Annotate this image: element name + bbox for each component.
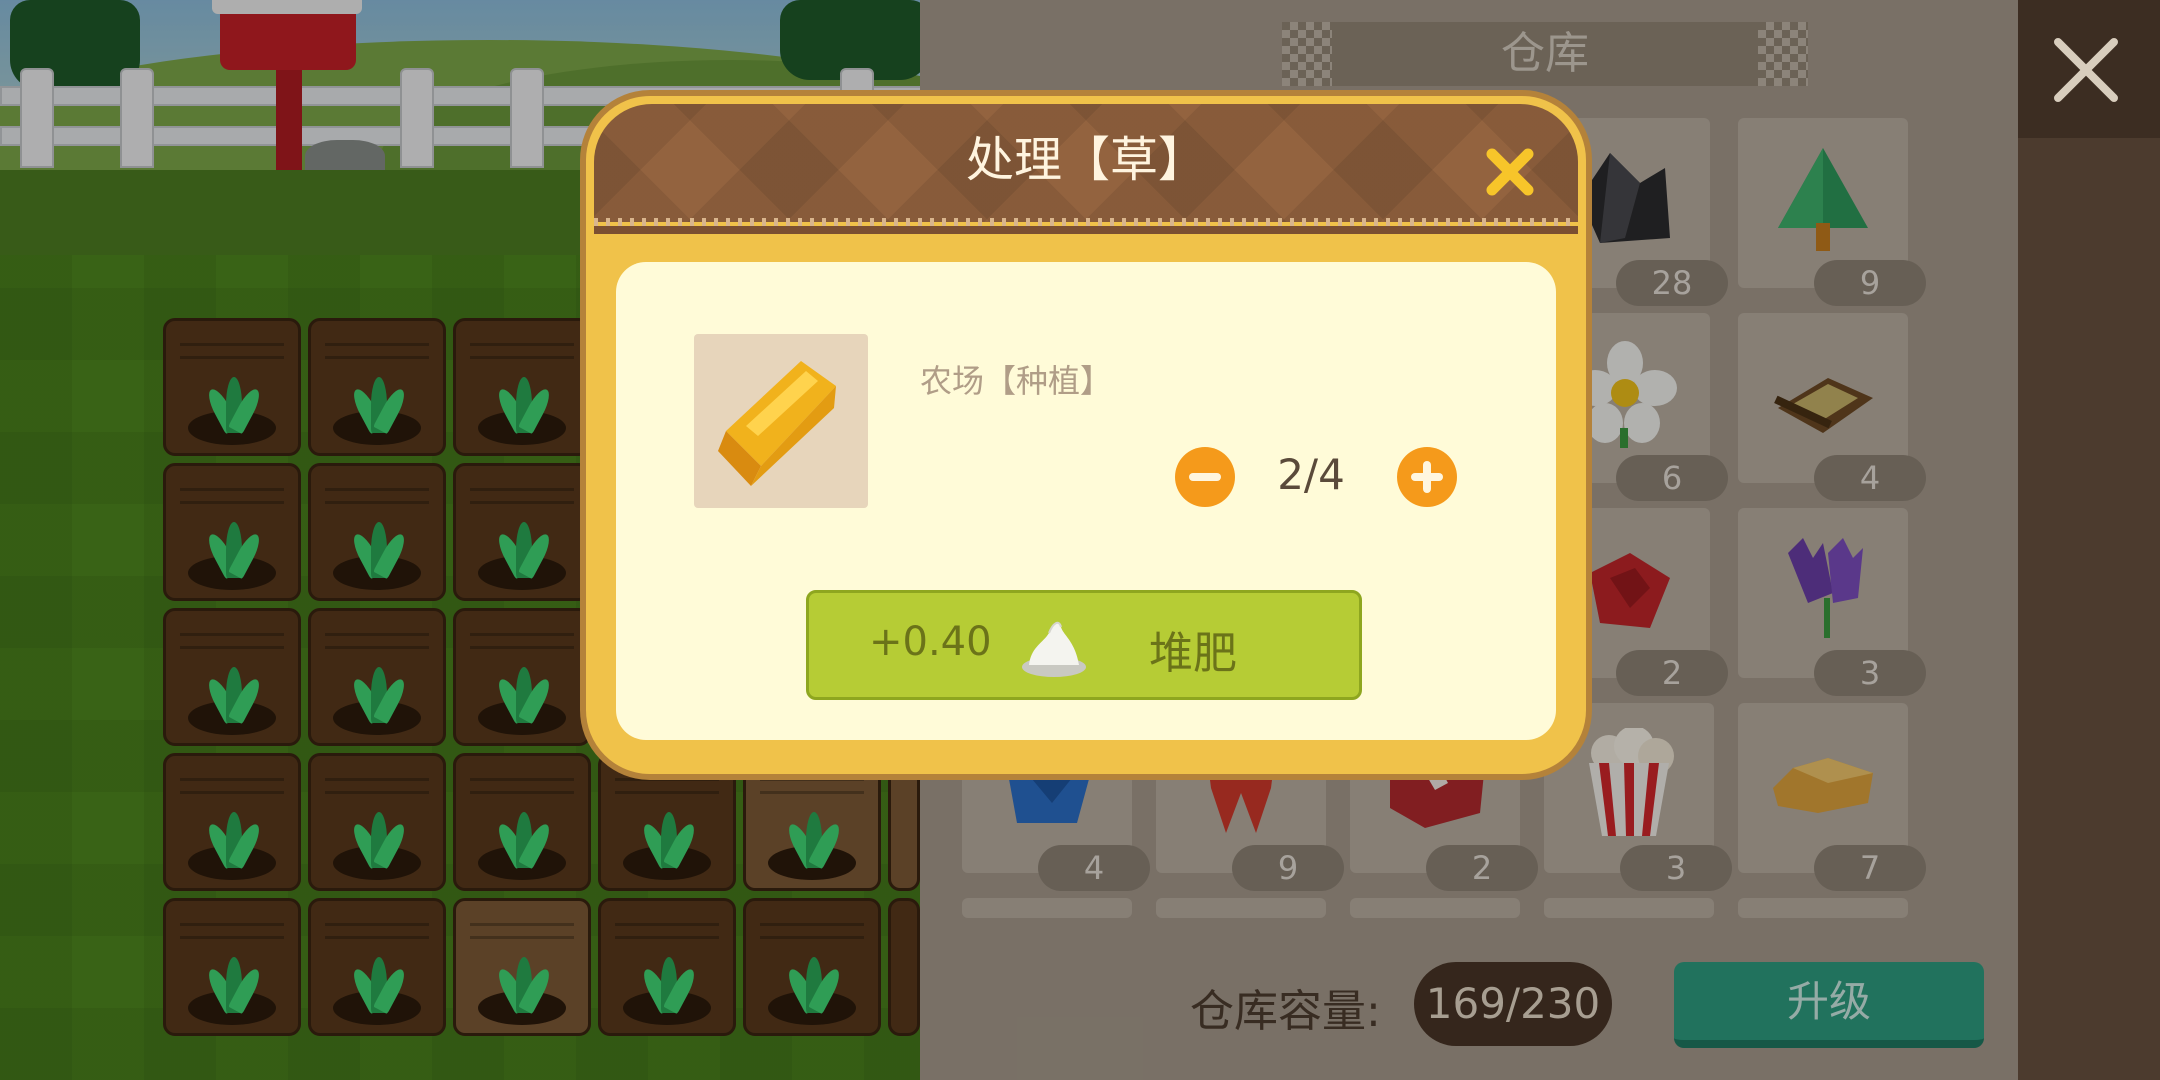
compost-amount: +0.40 (869, 619, 992, 665)
dialog-title: 处理【草】 (965, 132, 1206, 188)
hay-bale-icon (718, 361, 836, 486)
quantity-value: 2/4 (1277, 450, 1345, 499)
item-thumbnail (694, 334, 868, 508)
close-icon[interactable] (2046, 30, 2126, 110)
header-stitch (594, 218, 1578, 226)
fertilizer-icon (1022, 621, 1086, 677)
minus-icon[interactable] (1174, 446, 1236, 508)
compost-label: 堆肥 (1149, 628, 1237, 679)
right-sidebar (2018, 0, 2160, 1080)
header-base (594, 226, 1578, 234)
compost-button[interactable]: +0.40 堆肥 (806, 590, 1362, 700)
item-source-label: 农场【种植】 (920, 362, 1113, 400)
process-item-dialog: 处理【草】 农场【种植】 2/4 +0.40 堆肥 (580, 90, 1592, 780)
close-icon[interactable] (1482, 144, 1538, 200)
plus-icon[interactable] (1396, 446, 1458, 508)
